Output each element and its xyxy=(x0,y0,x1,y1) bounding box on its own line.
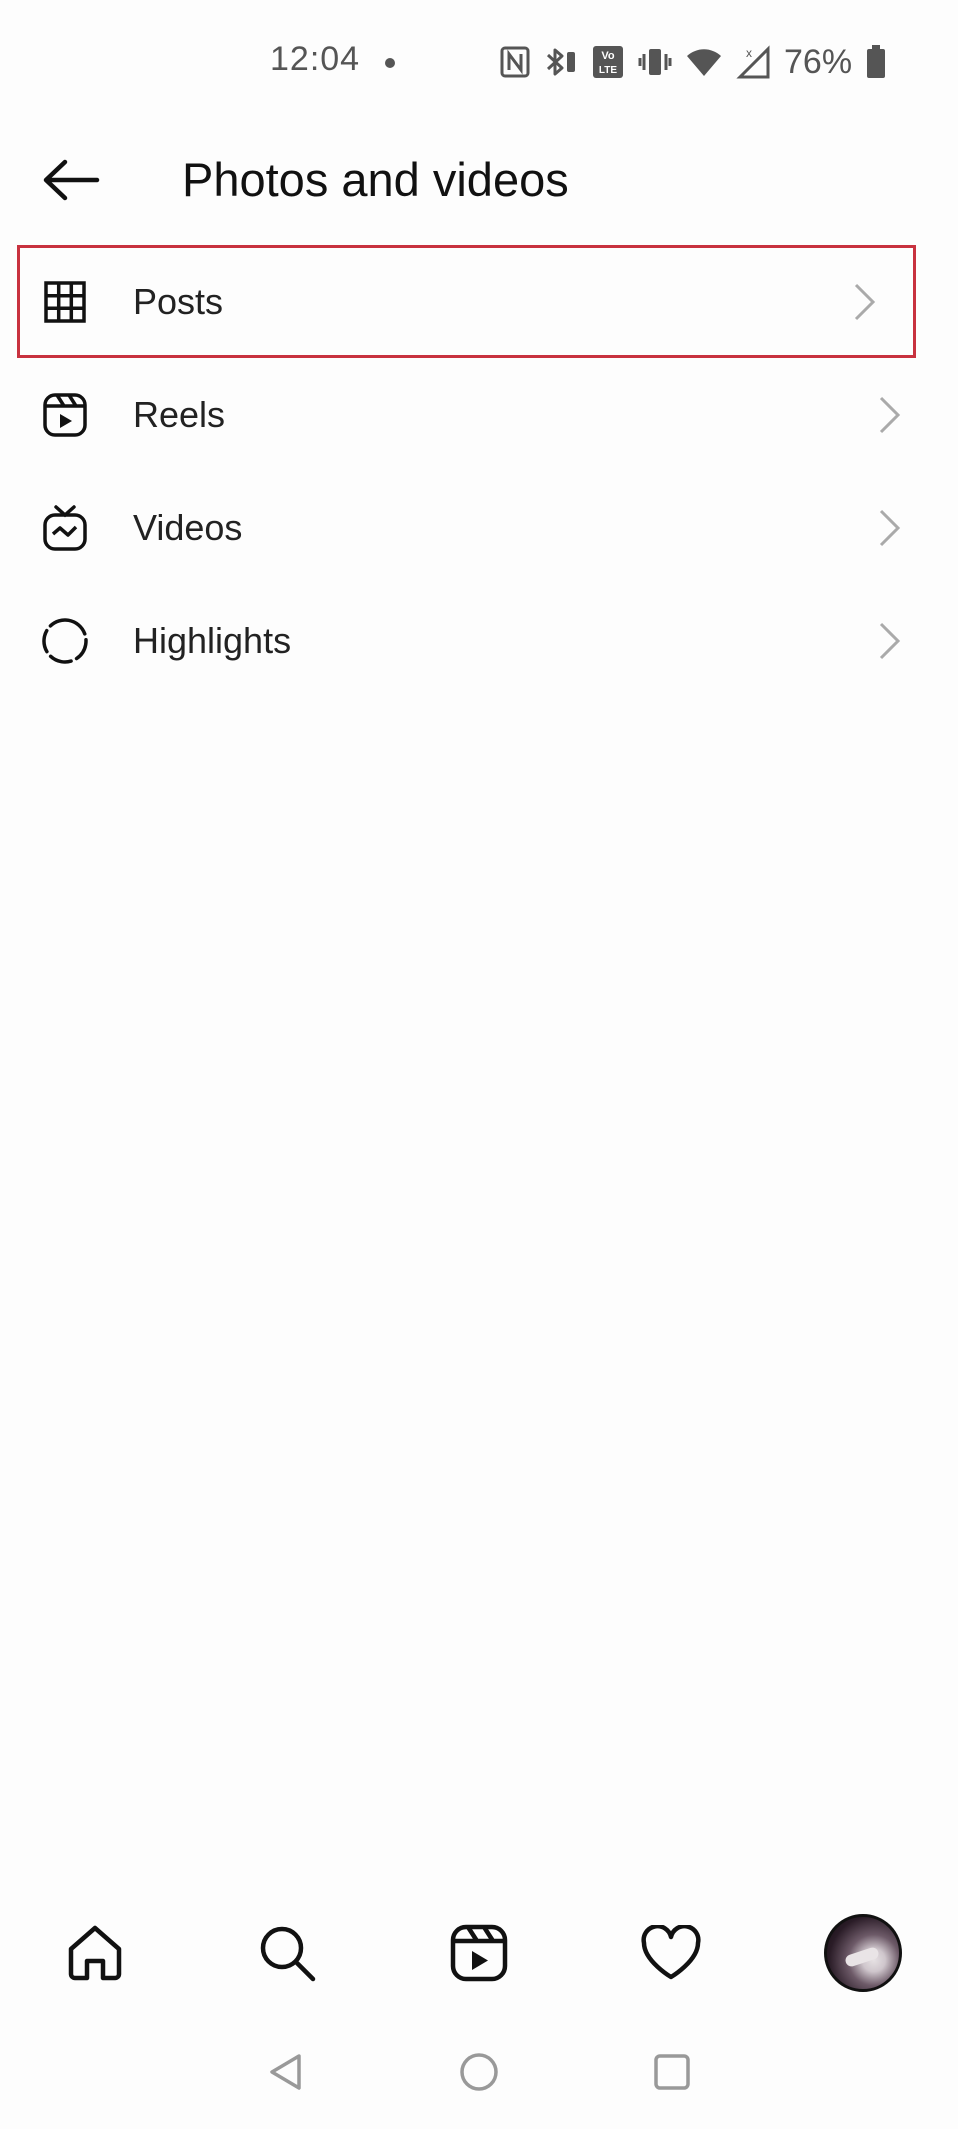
svg-text:Vo: Vo xyxy=(601,50,615,62)
status-bar: 12:04 Vo LTE x 76% xyxy=(0,0,958,130)
menu-item-label: Reels xyxy=(133,393,226,435)
bluetooth-icon xyxy=(546,48,575,76)
menu-item-label: Posts xyxy=(133,280,224,322)
igtv-icon xyxy=(40,503,90,553)
recents-square-icon xyxy=(654,2054,690,2090)
chevron-right-icon xyxy=(879,396,901,433)
menu-item-label: Videos xyxy=(133,506,243,548)
system-back-button[interactable] xyxy=(256,2042,316,2102)
arrow-left-icon xyxy=(43,159,100,201)
bottom-nav xyxy=(0,1900,958,2010)
search-icon xyxy=(260,1926,316,1982)
grid-icon xyxy=(40,277,90,327)
status-icons: Vo LTE x 76% xyxy=(500,40,886,84)
reels-icon xyxy=(450,1924,508,1982)
chevron-right-icon xyxy=(879,622,901,659)
volte-icon: Vo LTE xyxy=(593,46,623,78)
system-nav-bar xyxy=(0,2030,958,2129)
battery-percentage: 76% xyxy=(784,42,853,81)
header: Photos and videos xyxy=(0,130,958,230)
highlights-icon xyxy=(40,616,90,666)
menu-item-reels[interactable]: Reels xyxy=(0,358,958,471)
signal-icon: x xyxy=(736,45,770,79)
menu-list: Posts Reels Videos Highlights xyxy=(0,245,958,697)
profile-avatar xyxy=(824,1914,902,1992)
battery-icon xyxy=(867,45,886,78)
system-home-button[interactable] xyxy=(449,2042,509,2102)
nav-profile-button[interactable] xyxy=(818,1908,908,1998)
menu-item-videos[interactable]: Videos xyxy=(0,471,958,584)
svg-text:x: x xyxy=(746,46,752,60)
system-recents-button[interactable] xyxy=(642,2042,702,2102)
menu-item-label: Highlights xyxy=(133,619,292,661)
heart-icon xyxy=(641,1925,701,1980)
nav-activity-button[interactable] xyxy=(626,1908,716,1998)
wifi-icon xyxy=(687,49,721,76)
reels-icon xyxy=(40,390,90,440)
home-circle-icon xyxy=(460,2053,498,2091)
menu-item-highlights[interactable]: Highlights xyxy=(0,584,958,697)
status-time: 12:04 xyxy=(270,40,361,78)
notification-dot xyxy=(385,58,395,68)
back-triangle-icon xyxy=(270,2054,301,2090)
home-icon xyxy=(68,1925,122,1981)
nfc-icon xyxy=(500,46,530,78)
nav-reels-button[interactable] xyxy=(434,1908,524,1998)
chevron-right-icon xyxy=(879,509,901,546)
page-title: Photos and videos xyxy=(182,153,569,206)
nav-search-button[interactable] xyxy=(242,1908,332,1998)
vibrate-icon xyxy=(638,49,672,75)
nav-home-button[interactable] xyxy=(50,1908,140,1998)
chevron-right-icon xyxy=(854,283,876,320)
menu-item-posts[interactable]: Posts xyxy=(17,245,916,358)
back-button[interactable] xyxy=(36,150,106,210)
svg-text:LTE: LTE xyxy=(599,65,617,76)
